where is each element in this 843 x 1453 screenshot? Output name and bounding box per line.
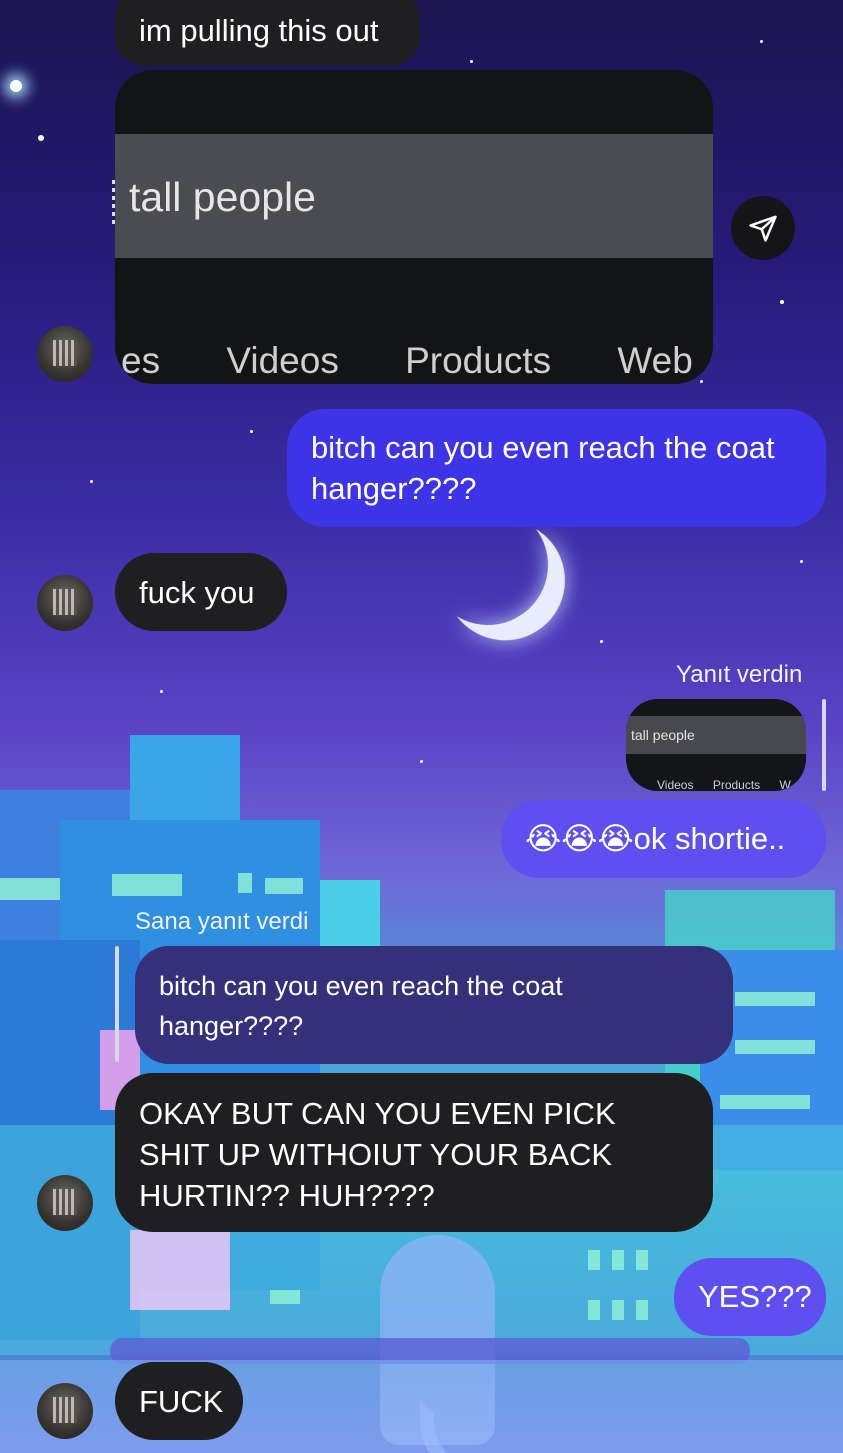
reply-label: Yanıt verdin: [676, 661, 803, 688]
image-search-text: tall people: [129, 174, 316, 220]
share-button[interactable]: [731, 196, 795, 260]
paper-plane-icon: [749, 215, 777, 242]
received-message[interactable]: OKAY BUT CAN YOU EVEN PICK SHIT UP WITHO…: [115, 1073, 713, 1232]
message-text: 😭😭😭ok shortie..: [525, 821, 786, 856]
sent-message[interactable]: 😭😭😭ok shortie..: [501, 800, 826, 878]
received-message[interactable]: fuck you: [115, 553, 287, 631]
replied-image-thumbnail[interactable]: tall people Videos Products W: [626, 699, 806, 791]
avatar[interactable]: [37, 326, 93, 382]
avatar[interactable]: [37, 1383, 93, 1439]
thumb-search-text: tall people: [631, 727, 695, 743]
thumb-tab: Videos: [657, 778, 694, 791]
message-text: OKAY BUT CAN YOU EVEN PICK SHIT UP WITHO…: [139, 1096, 616, 1213]
image-tab-row: es Videos Products Web: [121, 340, 713, 382]
message-text: fuck you: [139, 575, 255, 610]
reply-label: Sana yanıt verdi: [135, 908, 309, 935]
reply-bar: [822, 699, 826, 791]
message-text: YES???: [698, 1279, 812, 1314]
sent-message[interactable]: bitch can you even reach the coat hanger…: [287, 409, 826, 527]
thumb-tab: Products: [712, 778, 761, 791]
sent-message[interactable]: YES???: [674, 1258, 826, 1336]
received-message[interactable]: im pulling this out: [115, 0, 420, 66]
thumb-tab-row: Videos Products W: [657, 778, 806, 791]
avatar[interactable]: [37, 1175, 93, 1231]
reply-bar: [115, 946, 119, 1062]
received-image-message[interactable]: tall people es Videos Products Web: [115, 70, 713, 384]
message-text: bitch can you even reach the coat hanger…: [311, 430, 775, 506]
message-text: im pulling this out: [139, 13, 379, 48]
image-tab: Web: [617, 340, 693, 381]
image-tab: Videos: [226, 340, 339, 381]
image-tab: es: [121, 340, 161, 381]
message-text: FUCK: [139, 1384, 224, 1419]
image-tab: Products: [405, 340, 552, 381]
message-text: bitch can you even reach the coat hanger…: [159, 971, 563, 1041]
thumb-tab: W: [779, 778, 791, 791]
avatar[interactable]: [37, 575, 93, 631]
received-message[interactable]: FUCK: [115, 1362, 243, 1440]
quoted-message[interactable]: bitch can you even reach the coat hanger…: [135, 946, 733, 1064]
